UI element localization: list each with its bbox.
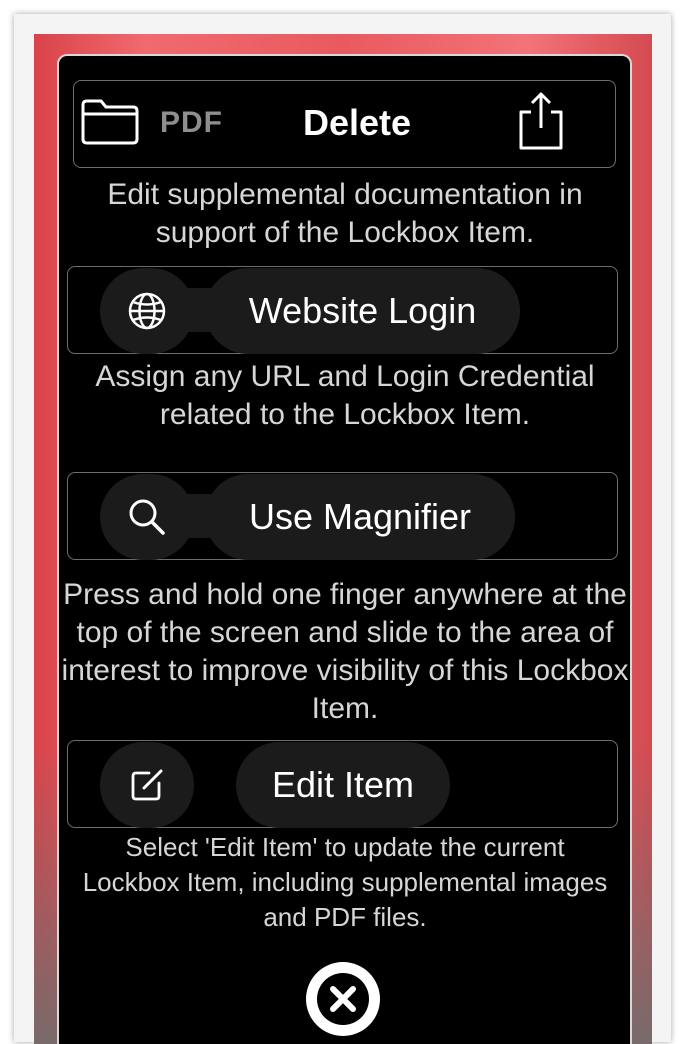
website-login-description: Assign any URL and Login Credential rela… bbox=[95, 360, 595, 431]
use-magnifier-icon-button[interactable] bbox=[100, 474, 194, 560]
use-magnifier-description: Press and hold one finger anywhere at th… bbox=[61, 578, 629, 725]
folder-icon[interactable] bbox=[80, 97, 140, 145]
pdf-button[interactable]: PDF bbox=[160, 106, 223, 140]
share-icon[interactable] bbox=[513, 90, 569, 152]
edit-icon bbox=[131, 769, 163, 801]
delete-button[interactable]: Delete bbox=[303, 102, 411, 144]
edit-item-icon-button[interactable] bbox=[100, 742, 194, 828]
magnifier-icon bbox=[129, 499, 165, 535]
edit-item-description: Select 'Edit Item' to update the current… bbox=[82, 832, 608, 932]
globe-icon bbox=[128, 292, 166, 330]
website-login-button[interactable]: Website Login bbox=[205, 268, 520, 354]
use-magnifier-button[interactable]: Use Magnifier bbox=[205, 474, 515, 560]
pdf-description: Edit supplemental documentation in suppo… bbox=[107, 178, 583, 249]
website-login-icon-button[interactable] bbox=[100, 268, 194, 354]
edit-item-button[interactable]: Edit Item bbox=[236, 742, 450, 828]
close-icon bbox=[317, 973, 369, 1025]
close-button[interactable] bbox=[306, 962, 380, 1036]
